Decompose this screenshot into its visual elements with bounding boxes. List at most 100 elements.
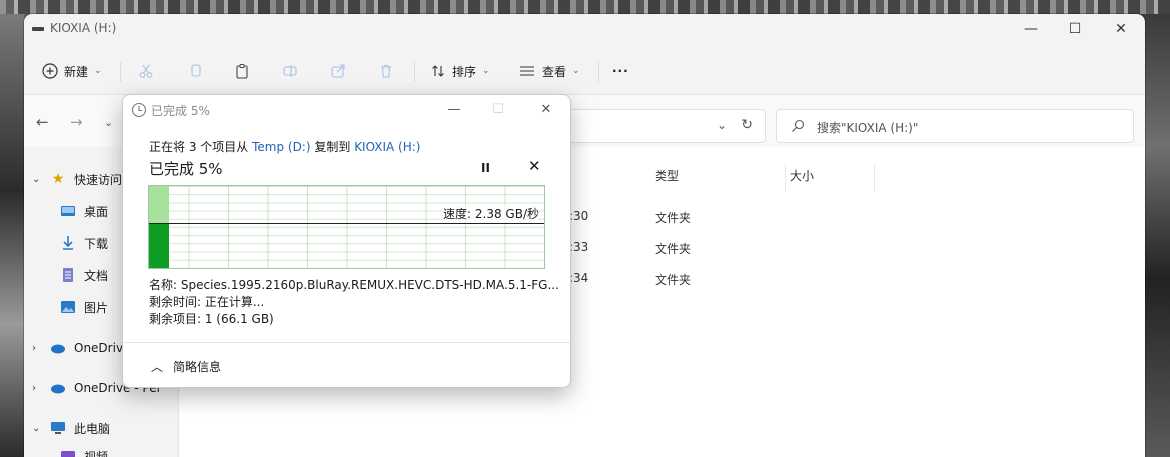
dialog-minimize-button[interactable]: — [434,95,474,125]
destination-link[interactable]: KIOXIA (H:) [354,140,420,154]
sort-button[interactable]: 排序 ⌄ [430,58,490,84]
copy-icon [191,64,201,77]
sort-icon [432,65,444,77]
computer-icon [50,420,66,436]
chevron-down-icon: ⌄ [32,422,41,434]
clock-icon [131,102,147,118]
sidebar-item-label: 图片 [84,300,109,315]
separator [120,62,121,82]
wallpaper-right [1145,14,1170,457]
column-divider[interactable] [785,165,786,191]
file-row-time: :34 [569,271,589,285]
sidebar-item-label: 此电脑 [74,421,111,436]
download-icon [60,235,76,251]
sidebar-item-pictures[interactable]: 图片 [60,296,108,318]
star-icon: ★ [51,171,65,187]
file-row-time: :33 [569,240,589,254]
search-box[interactable]: 搜索"KIOXIA (H:)" [776,109,1134,143]
share-button[interactable] [330,58,346,84]
sidebar-item-downloads[interactable]: 下载 [60,232,108,254]
new-button[interactable]: 新建 ⌄ [42,58,102,84]
paste-button[interactable] [234,58,250,84]
items-remaining-line: 剩余项目: 1 (66.1 GB) [149,312,274,326]
refresh-icon[interactable]: ↻ [741,117,753,133]
progress-fill-light [149,186,169,224]
sidebar-item-label: 文档 [84,268,109,283]
dialog-title: 已完成 5% [151,104,210,118]
less-details-label: 简略信息 [173,360,222,374]
pause-button[interactable]: II [481,161,490,175]
wallpaper-left [0,14,24,457]
sidebar-item-label: 视频 [84,449,109,457]
sidebar-item-videos[interactable]: 视频 [60,445,108,457]
speed-line [149,223,544,224]
dialog-close-button[interactable]: ✕ [526,95,566,125]
clipboard-icon [236,64,248,79]
sidebar-item-documents[interactable]: 文档 [60,264,108,286]
view-icon [520,66,534,76]
chevron-up-icon: ︿ [151,360,164,374]
back-arrow-icon[interactable]: ← [36,113,49,131]
column-header-type[interactable]: 类型 [655,167,679,184]
maximize-button[interactable]: ☐ [1053,14,1097,44]
transfer-speed-graph: 速度: 2.38 GB/秒 [148,185,545,269]
sidebar-item-label: 快速访问 [74,172,123,187]
chevron-down-icon: ⌄ [572,66,580,76]
less-details-button[interactable]: ︿ 简略信息 [151,358,221,375]
copy-progress-dialog: 已完成 5% — ☐ ✕ 正在将 3 个项目从 Temp (D:) 复制到 KI… [122,94,571,388]
search-icon [792,119,805,132]
cut-button[interactable] [138,58,154,84]
delete-button[interactable] [378,58,394,84]
progress-heading: 已完成 5% [149,160,223,178]
wallpaper-band [0,0,1170,14]
file-row-time: :30 [569,209,589,223]
recent-locations-chevron-icon[interactable]: ⌄ [104,116,113,129]
chevron-right-icon: › [32,382,36,394]
transfer-details: 名称: Species.1995.2160p.BluRay.REMUX.HEVC… [149,277,559,328]
document-icon [60,267,76,283]
chevron-down-icon: ⌄ [32,173,41,185]
more-options-button[interactable]: ··· [612,58,629,84]
close-button[interactable]: ✕ [1099,14,1143,44]
rename-button[interactable] [282,58,298,84]
copy-prefix-text: 正在将 3 个项目从 [149,140,253,154]
search-input[interactable]: 搜索"KIOXIA (H:)" [817,119,918,136]
graph-grid [149,186,544,268]
address-bar[interactable]: ⌄ ↻ [554,109,766,143]
command-bar: 新建 ⌄ 排序 ⌄ 查看 ⌄ ··· [24,50,1145,92]
column-header-size[interactable]: 大小 [790,167,814,184]
sidebar-item-quick-access[interactable]: ⌄ ★ 快速访问 [32,168,122,190]
separator [414,62,415,82]
scissors-icon [139,64,153,78]
speed-label: 速度: 2.38 GB/秒 [443,205,539,222]
cancel-button[interactable]: ✕ [528,157,541,175]
chevron-down-icon[interactable]: ⌄ [717,118,727,132]
sort-label: 排序 [452,64,477,79]
rename-icon [283,65,297,77]
desktop-icon [60,203,76,219]
time-remaining-line: 剩余时间: 正在计算... [149,295,265,309]
window-title: KIOXIA (H:) [50,21,117,35]
separator [598,62,599,82]
cloud-icon [50,340,66,356]
title-bar[interactable]: KIOXIA (H:) — ☐ ✕ [24,14,1145,44]
minimize-button[interactable]: — [1009,14,1053,44]
dialog-title-bar[interactable]: 已完成 5% — ☐ ✕ [123,95,570,125]
source-link[interactable]: Temp (D:) [252,140,310,154]
sidebar-item-this-pc[interactable]: ⌄ 此电脑 [32,417,110,439]
chevron-down-icon: ⌄ [482,66,490,76]
sidebar-item-onedrive[interactable]: › OneDrive [32,337,130,359]
sidebar-item-label: 桌面 [84,204,109,219]
cloud-icon [50,380,66,396]
forward-arrow-icon[interactable]: → [70,113,83,131]
share-icon [331,64,345,78]
file-name-line: 名称: Species.1995.2160p.BluRay.REMUX.HEVC… [149,278,559,292]
sidebar-item-desktop[interactable]: 桌面 [60,200,108,222]
copy-middle-text: 复制到 [310,140,355,154]
copy-button[interactable] [188,58,204,84]
progress-fill [149,224,169,268]
drive-icon [32,27,44,31]
view-button[interactable]: 查看 ⌄ [518,58,580,84]
column-divider[interactable] [874,165,875,191]
plus-circle-icon [42,63,58,79]
